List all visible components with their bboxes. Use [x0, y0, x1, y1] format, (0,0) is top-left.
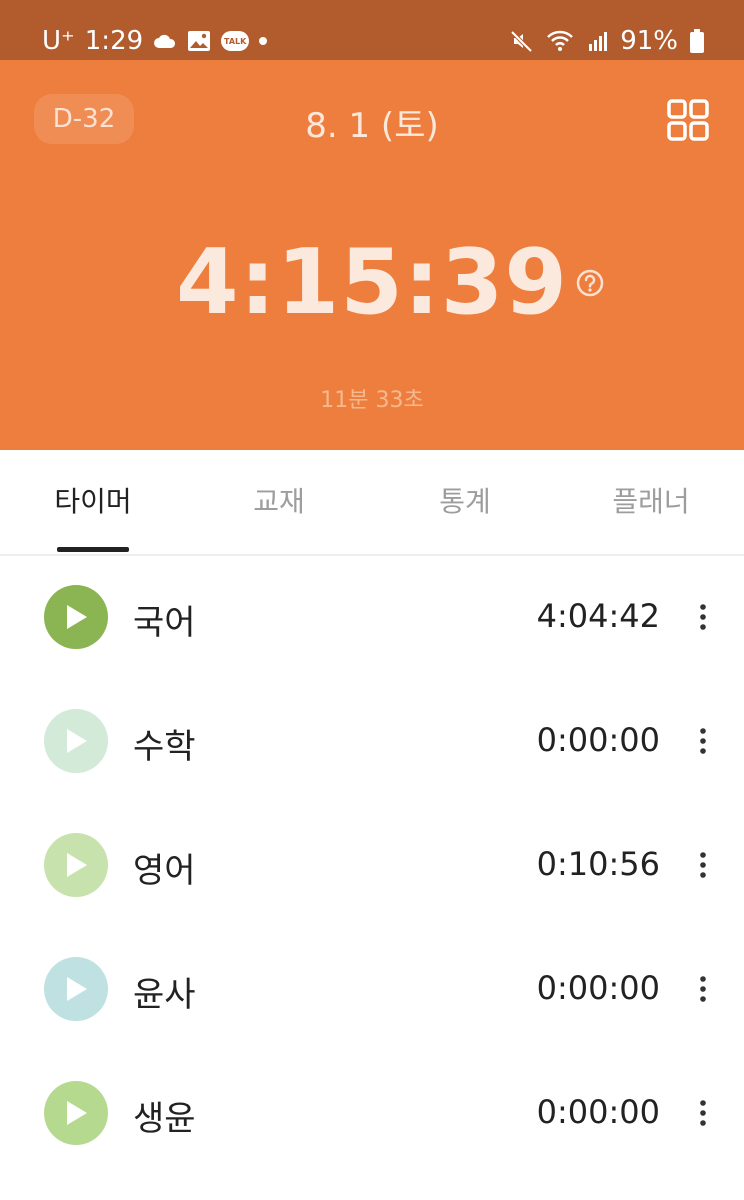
active-tab-indicator: [57, 547, 129, 552]
clock: 1:29: [84, 26, 144, 56]
gallery-icon: [187, 30, 211, 52]
carrier-label: U⁺: [42, 26, 75, 56]
kakaotalk-icon: TALK: [221, 31, 250, 51]
help-icon[interactable]: [575, 268, 605, 298]
subject-name: 생윤: [133, 1099, 196, 1139]
subject-name: 국어: [133, 603, 196, 643]
cloud-icon: [153, 33, 177, 49]
subject-time: 0:00:00: [536, 969, 660, 1007]
more-vert-icon[interactable]: [692, 1095, 714, 1131]
list-item: 수학 0:00:00: [0, 679, 744, 803]
more-vert-icon[interactable]: [692, 723, 714, 759]
tab-textbook[interactable]: 교재: [209, 480, 349, 520]
more-vert-icon[interactable]: [692, 971, 714, 1007]
subject-time: 0:00:00: [536, 1093, 660, 1131]
subject-time: 0:10:56: [536, 845, 660, 883]
play-button[interactable]: [44, 709, 108, 773]
play-icon: [67, 853, 87, 877]
list-item: 생윤 0:00:00: [0, 1051, 744, 1175]
signal-icon: [588, 30, 608, 52]
subject-name: 수학: [133, 727, 196, 767]
date-title[interactable]: 8. 1 (토): [0, 98, 744, 147]
battery-percent: 91%: [620, 26, 678, 56]
wifi-icon: [546, 29, 576, 53]
tab-bar: 타이머 교재 통계 플래너: [0, 450, 744, 556]
subject-time: 0:00:00: [536, 721, 660, 759]
mute-icon: [510, 29, 534, 53]
list-item: 영어 0:10:56: [0, 803, 744, 927]
status-right: 91%: [510, 24, 704, 58]
play-button[interactable]: [44, 833, 108, 897]
play-icon: [67, 977, 87, 1001]
play-icon: [67, 729, 87, 753]
talk-label: TALK: [221, 31, 250, 51]
total-study-time: 4:15:39: [175, 230, 569, 335]
play-icon: [67, 1101, 87, 1125]
battery-icon: [690, 29, 704, 53]
tab-statistics[interactable]: 통계: [395, 480, 535, 520]
subject-name: 윤사: [133, 975, 196, 1015]
grid-icon[interactable]: [666, 98, 710, 142]
play-button[interactable]: [44, 957, 108, 1021]
subject-time: 4:04:42: [536, 597, 660, 635]
subject-name: 영어: [133, 851, 196, 891]
play-icon: [67, 605, 87, 629]
more-vert-icon[interactable]: [692, 599, 714, 635]
more-vert-icon[interactable]: [692, 847, 714, 883]
list-item: 윤사 0:00:00: [0, 927, 744, 1051]
tab-planner[interactable]: 플래너: [581, 480, 721, 520]
play-button[interactable]: [44, 585, 108, 649]
notification-dot-icon: [259, 37, 268, 45]
current-session-time: 11분 33초: [320, 388, 424, 413]
tab-timer[interactable]: 타이머: [23, 480, 163, 520]
status-left: U⁺ 1:29 TALK: [42, 24, 268, 58]
list-item: 국어 4:04:42: [0, 555, 744, 679]
play-button[interactable]: [44, 1081, 108, 1145]
